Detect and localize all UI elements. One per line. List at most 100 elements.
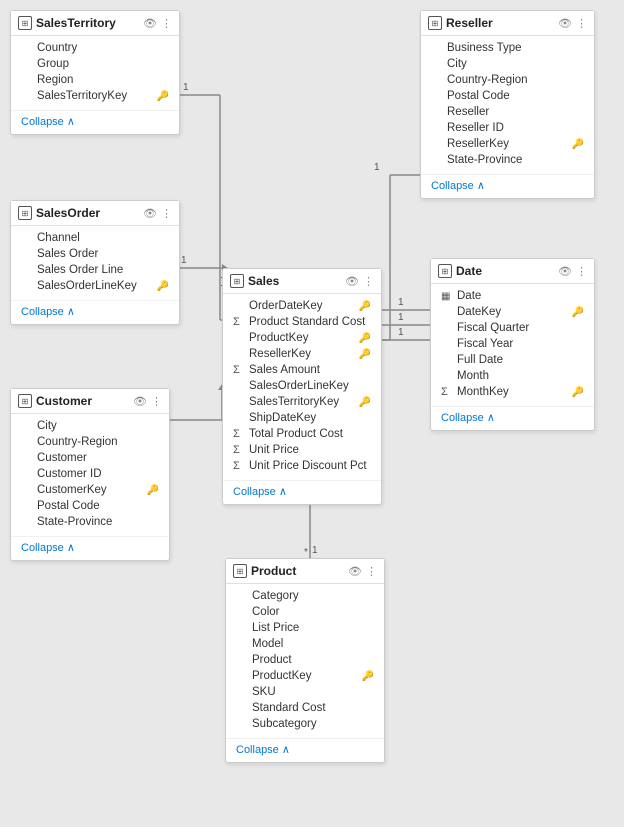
field-customerkey: CustomerKey 🔑 [11, 482, 169, 498]
field-fiscalyear: Fiscal Year [431, 336, 594, 352]
salesterritory-collapse[interactable]: Collapse ∧ [11, 110, 179, 134]
field-subcategory: Subcategory [226, 716, 384, 732]
field-countryregion-c: Country-Region [11, 434, 169, 450]
salesorder-icon: ⊞ [18, 206, 32, 220]
field-orderdatekey: OrderDateKey 🔑 [223, 298, 381, 314]
reseller-fields: Business Type City Country-Region Postal… [421, 36, 594, 172]
customer-collapse[interactable]: Collapse ∧ [11, 536, 169, 560]
field-monthkey: Σ MonthKey 🔑 [431, 384, 594, 400]
product-eye-icon[interactable]: 👁 [348, 565, 362, 578]
field-salesorderlinekey: SalesOrderLineKey 🔑 [11, 278, 179, 294]
customer-header: ⊞ Customer 👁 ⋮ [11, 389, 169, 414]
field-resellerid: Reseller ID [421, 120, 594, 136]
reseller-more-icon[interactable]: ⋮ [576, 17, 587, 30]
reseller-icon: ⊞ [428, 16, 442, 30]
salesorder-eye-icon[interactable]: 👁 [143, 207, 157, 220]
salesterritory-eye-icon[interactable]: 👁 [143, 17, 157, 30]
productkey-p-hidden-icon: 🔑 [362, 671, 374, 682]
field-city-c: City [11, 418, 169, 434]
customer-eye-icon[interactable]: 👁 [133, 395, 147, 408]
customer-title: Customer [36, 394, 129, 408]
customer-fields: City Country-Region Customer Customer ID… [11, 414, 169, 534]
salesterritory-more-icon[interactable]: ⋮ [161, 17, 172, 30]
table-product: ⊞ Product 👁 ⋮ Category Color List Price [225, 558, 385, 763]
salesterritorykey-hidden-icon: 🔑 [157, 91, 169, 102]
date-icon: ⊞ [438, 264, 452, 278]
salesterritorykey-s-hidden-icon: 🔑 [359, 397, 371, 408]
field-product: Product [226, 652, 384, 668]
field-unitprice: Σ Unit Price [223, 442, 381, 458]
field-customerid: Customer ID [11, 466, 169, 482]
salesorder-title: SalesOrder [36, 206, 139, 220]
diagram-canvas: 1 1 1 · · 1 1 1 1 * 1 [0, 0, 624, 827]
field-datekey: DateKey 🔑 [431, 304, 594, 320]
date-fields: ▦ Date DateKey 🔑 Fiscal Quarter Fiscal Y… [431, 284, 594, 404]
field-fulldate: Full Date [431, 352, 594, 368]
svg-text:1: 1 [183, 82, 189, 93]
salesorder-collapse[interactable]: Collapse ∧ [11, 300, 179, 324]
product-icon: ⊞ [233, 564, 247, 578]
field-month: Month [431, 368, 594, 384]
field-countryregion-r: Country-Region [421, 72, 594, 88]
field-sku: SKU [226, 684, 384, 700]
field-color: Color [226, 604, 384, 620]
sales-icon: ⊞ [230, 274, 244, 288]
date-more-icon[interactable]: ⋮ [576, 265, 587, 278]
product-more-icon[interactable]: ⋮ [366, 565, 377, 578]
sales-header: ⊞ Sales 👁 ⋮ [223, 269, 381, 294]
field-resellerkey: ResellerKey 🔑 [421, 136, 594, 152]
field-channel: Channel [11, 230, 179, 246]
field-stateprovince-c: State-Province [11, 514, 169, 530]
field-salesterritorykey: SalesTerritoryKey 🔑 [11, 88, 179, 104]
salesterritory-header: ⊞ SalesTerritory 👁 ⋮ [11, 11, 179, 36]
salesorder-more-icon[interactable]: ⋮ [161, 207, 172, 220]
date-eye-icon[interactable]: 👁 [558, 265, 572, 278]
sales-eye-icon[interactable]: 👁 [345, 275, 359, 288]
field-postalcode-c: Postal Code [11, 498, 169, 514]
table-sales: ⊞ Sales 👁 ⋮ OrderDateKey 🔑 Σ Product Sta… [222, 268, 382, 505]
field-salesorderlinekey-s: SalesOrderLineKey [223, 378, 381, 394]
svg-text:*: * [304, 547, 308, 558]
field-postalcode-r: Postal Code [421, 88, 594, 104]
field-fiscalquarter: Fiscal Quarter [431, 320, 594, 336]
reseller-collapse[interactable]: Collapse ∧ [421, 174, 594, 198]
field-listprice: List Price [226, 620, 384, 636]
salesorder-fields: Channel Sales Order Sales Order Line Sal… [11, 226, 179, 298]
date-title: Date [456, 264, 554, 278]
svg-text:1: 1 [312, 545, 318, 556]
field-salesterritorykey-s: SalesTerritoryKey 🔑 [223, 394, 381, 410]
productkey-s-hidden-icon: 🔑 [359, 333, 371, 344]
resellerkey-hidden-icon: 🔑 [572, 139, 584, 150]
field-reseller: Reseller [421, 104, 594, 120]
reseller-eye-icon[interactable]: 👁 [558, 17, 572, 30]
field-shipdatekey: ShipDateKey [223, 410, 381, 426]
product-collapse[interactable]: Collapse ∧ [226, 738, 384, 762]
field-stateprovince-r: State-Province [421, 152, 594, 168]
sales-collapse[interactable]: Collapse ∧ [223, 480, 381, 504]
field-model: Model [226, 636, 384, 652]
datekey-hidden-icon: 🔑 [572, 307, 584, 318]
field-salesorder: Sales Order [11, 246, 179, 262]
field-productkey-s: ProductKey 🔑 [223, 330, 381, 346]
field-salesorderline: Sales Order Line [11, 262, 179, 278]
table-reseller: ⊞ Reseller 👁 ⋮ Business Type City Countr… [420, 10, 595, 199]
field-unitpricediscountpct: Σ Unit Price Discount Pct [223, 458, 381, 474]
product-title: Product [251, 564, 344, 578]
sales-more-icon[interactable]: ⋮ [363, 275, 374, 288]
customer-more-icon[interactable]: ⋮ [151, 395, 162, 408]
svg-text:1: 1 [398, 312, 404, 323]
date-header: ⊞ Date 👁 ⋮ [431, 259, 594, 284]
table-customer: ⊞ Customer 👁 ⋮ City Country-Region Custo… [10, 388, 170, 561]
field-date-cal: ▦ Date [431, 288, 594, 304]
date-collapse[interactable]: Collapse ∧ [431, 406, 594, 430]
monthkey-hidden-icon: 🔑 [572, 387, 584, 398]
salesterritory-title: SalesTerritory [36, 16, 139, 30]
field-businesstype: Business Type [421, 40, 594, 56]
sales-title: Sales [248, 274, 341, 288]
svg-text:1: 1 [181, 255, 187, 266]
orderdatekey-hidden-icon: 🔑 [359, 301, 371, 312]
reseller-title: Reseller [446, 16, 554, 30]
field-city-r: City [421, 56, 594, 72]
table-date: ⊞ Date 👁 ⋮ ▦ Date DateKey 🔑 Fiscal Quart… [430, 258, 595, 431]
field-totalproductcost: Σ Total Product Cost [223, 426, 381, 442]
